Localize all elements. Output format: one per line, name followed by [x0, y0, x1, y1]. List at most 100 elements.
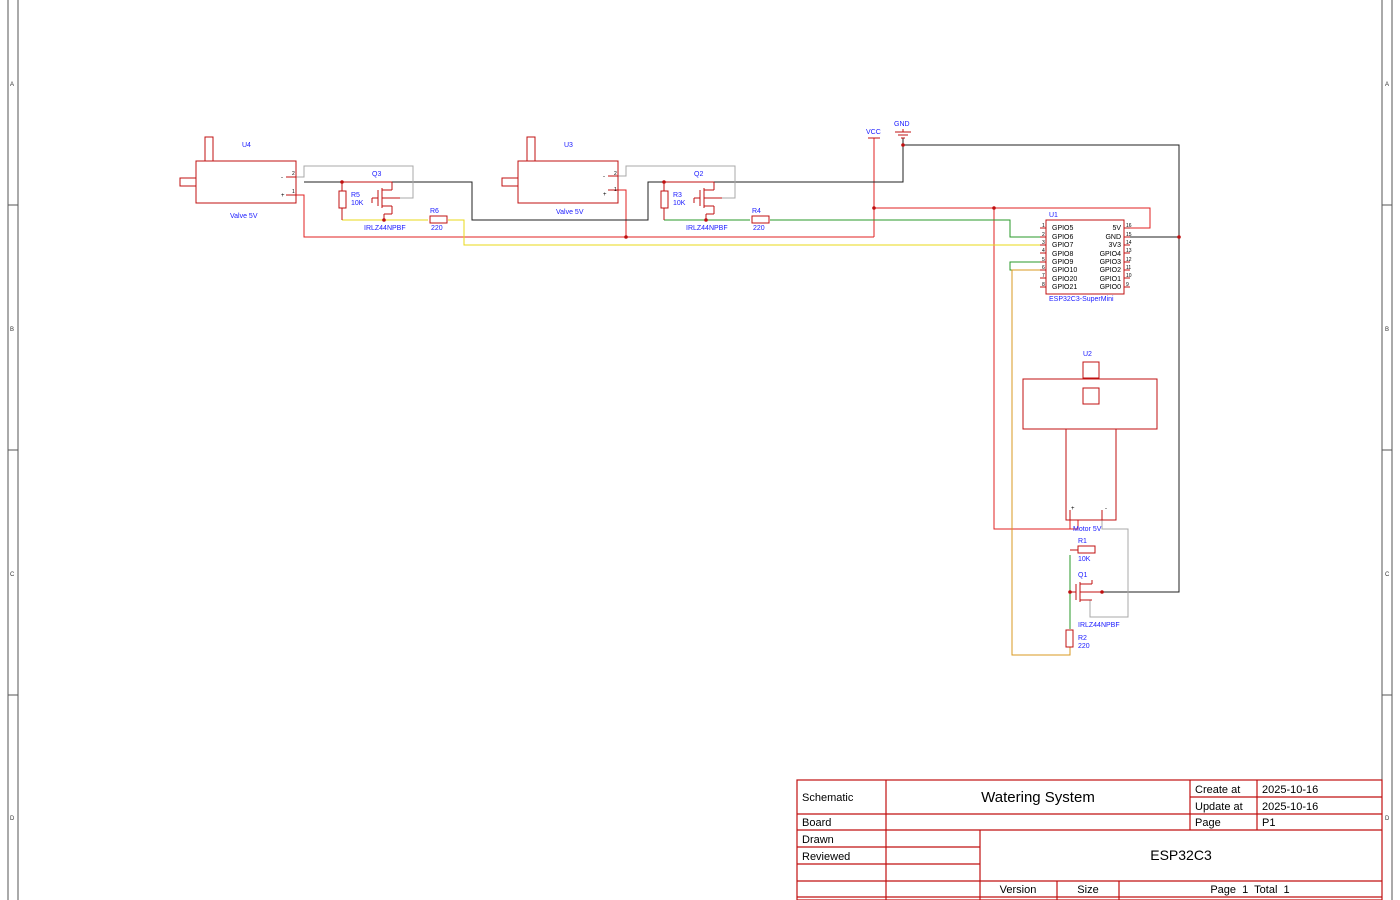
u1-pin-name: GPIO8: [1052, 251, 1074, 258]
r5-value: 10K: [351, 200, 364, 207]
u1-pin-number: 3: [1042, 240, 1045, 246]
r3-value: 10K: [673, 200, 686, 207]
create-at-label: Create at: [1195, 784, 1240, 796]
resistor-r6[interactable]: [429, 215, 448, 224]
u4-pin-plus: +: [281, 193, 285, 199]
junction-dot: [624, 235, 628, 239]
q2-designator: Q2: [694, 171, 703, 178]
u1-right-pin-numbers: 16 15 14 13 12 11 10 9: [1126, 223, 1132, 288]
u1-left-pin-names: GPIO5 GPIO6 GPIO7 GPIO8 GPIO9 GPIO10 GPI…: [1052, 225, 1077, 291]
page-total: Page 1 Total 1: [1210, 884, 1289, 896]
project-title: Watering System: [981, 789, 1095, 806]
u1-pin-number: 13: [1126, 248, 1132, 254]
u1-pin-number: 10: [1126, 273, 1132, 279]
valve-u3[interactable]: [501, 136, 619, 204]
u1-pin-name: 5V: [1112, 225, 1121, 232]
wire-ctrl-orange[interactable]: [1011, 269, 1071, 656]
u1-pin-name: GPIO4: [1100, 251, 1122, 258]
junction-dot: [992, 206, 996, 210]
wire-ctrl-green[interactable]: [664, 219, 1071, 629]
wire-gnd[interactable]: [304, 138, 1180, 593]
zone-label-right-b: B: [1385, 327, 1389, 333]
u1-pin-number: 7: [1042, 273, 1045, 279]
resistor-r1[interactable]: [1070, 545, 1096, 554]
zone-label-left-d: D: [10, 816, 15, 822]
u1-pin-name: GPIO7: [1052, 242, 1074, 249]
version-label: Version: [1000, 884, 1037, 896]
sheet-frame: [7, 0, 1393, 900]
update-date: 2025-10-16: [1262, 801, 1318, 813]
u1-pin-number: 14: [1126, 240, 1132, 246]
board-label: Board: [802, 817, 831, 829]
u1-pin-number: 2: [1042, 232, 1045, 238]
wire-aux[interactable]: [291, 165, 1129, 618]
u1-pin-number: 9: [1126, 282, 1129, 288]
schematic-label: Schematic: [802, 792, 854, 804]
zone-label-right-a: A: [1385, 82, 1389, 88]
mosfet-q1[interactable]: [1070, 580, 1102, 602]
u1-pin-name: GPIO9: [1052, 259, 1074, 266]
wire-ctrl-yellow[interactable]: [342, 219, 1046, 246]
u1-pin-name: GPIO3: [1100, 259, 1122, 266]
u3-value: Valve 5V: [556, 209, 584, 216]
vcc-symbol[interactable]: VCC: [866, 129, 881, 139]
r4-designator: R4: [752, 208, 761, 215]
motor-u2[interactable]: [1022, 361, 1158, 521]
drawn-label: Drawn: [802, 834, 834, 846]
u4-value: Valve 5V: [230, 213, 258, 220]
u1-value: ESP32C3-SuperMini: [1049, 296, 1114, 303]
valve-u4[interactable]: [179, 136, 297, 204]
reviewed-label: Reviewed: [802, 851, 850, 863]
r4-value: 220: [753, 225, 765, 232]
q3-value: IRLZ44NPBF: [364, 225, 406, 232]
r2-designator: R2: [1078, 635, 1087, 642]
u1-pin-number: 16: [1126, 223, 1132, 229]
u1-pin-number: 1: [1042, 223, 1045, 229]
u4-designator: U4: [242, 142, 251, 149]
create-date: 2025-10-16: [1262, 784, 1318, 796]
u3-pin-1: 1: [614, 187, 617, 193]
junction-dot: [1177, 235, 1181, 239]
u1-pin-name: GPIO2: [1100, 267, 1122, 274]
page-value: P1: [1262, 817, 1275, 829]
resistor-r4[interactable]: [751, 215, 770, 224]
u1-pin-number: 11: [1126, 265, 1131, 271]
r2-value: 220: [1078, 643, 1090, 650]
zone-label-left-a: A: [10, 82, 14, 88]
title-block-text: Schematic Watering System Create at 2025…: [802, 784, 1318, 896]
u2-pin-plus: +: [1071, 506, 1075, 512]
resistor-r2[interactable]: [1065, 629, 1074, 648]
q2-value: IRLZ44NPBF: [686, 225, 728, 232]
u1-left-pin-numbers: 1 2 3 4 5 6 7 8: [1042, 223, 1045, 288]
zone-label-right-d: D: [1385, 816, 1390, 822]
u1-pin-number: 12: [1126, 257, 1132, 263]
resistor-r5[interactable]: [338, 182, 347, 220]
resistor-r3[interactable]: [660, 182, 669, 220]
wire-vcc[interactable]: [291, 138, 1151, 530]
r1-designator: R1: [1078, 538, 1087, 545]
q1-designator: Q1: [1078, 572, 1087, 579]
u1-pin-name: GPIO0: [1100, 284, 1122, 291]
u1-pin-name: GPIO21: [1052, 284, 1077, 291]
size-label: Size: [1077, 884, 1098, 896]
schematic-sheet: A B C D A B C D VCC GND U4 Valve 5V - + …: [7, 0, 1393, 900]
u1-pin-name: GPIO1: [1100, 276, 1122, 283]
u1-pin-name: GND: [1105, 234, 1121, 241]
u2-designator: U2: [1083, 351, 1092, 358]
q1-value: IRLZ44NPBF: [1078, 622, 1120, 629]
page-label: Page: [1195, 817, 1221, 829]
r5-designator: R5: [351, 192, 360, 199]
update-at-label: Update at: [1195, 801, 1243, 813]
gnd-symbol[interactable]: GND: [894, 121, 911, 139]
u1-pin-name: GPIO6: [1052, 234, 1074, 241]
u3-pin-plus: +: [603, 192, 607, 198]
u1-pin-number: 4: [1042, 248, 1045, 254]
junction-dot: [872, 206, 876, 210]
u1-pin-number: 8: [1042, 282, 1045, 288]
u1-pin-number: 6: [1042, 265, 1045, 271]
r1-value: 10K: [1078, 556, 1091, 563]
u2-pin-minus: -: [1105, 506, 1107, 512]
u4-pin-minus: -: [281, 175, 283, 181]
q3-designator: Q3: [372, 171, 381, 178]
u1-pin-number: 5: [1042, 257, 1045, 263]
